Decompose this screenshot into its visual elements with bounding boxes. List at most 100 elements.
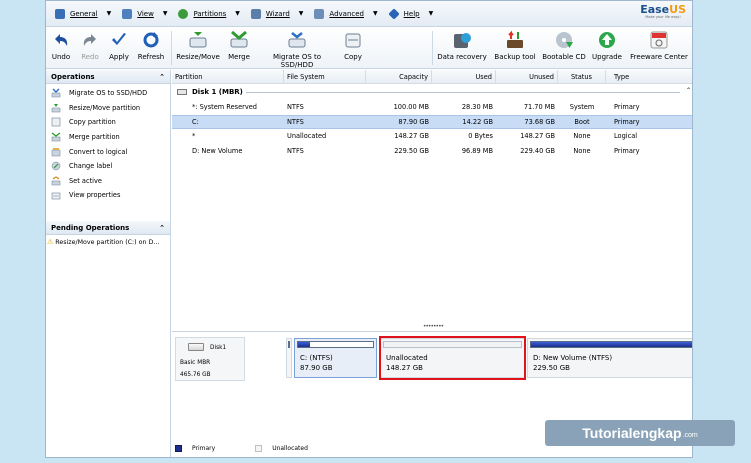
menu-advanced[interactable]: Advanced ▼ (314, 5, 378, 23)
migrate-os-label: Migrate OS to SSD/HDD (272, 53, 322, 69)
data-recovery-button[interactable]: Data recovery (436, 30, 488, 61)
collapse-icon[interactable]: ⌃ (686, 87, 691, 94)
col-status[interactable]: Status (558, 69, 606, 84)
op-migrate-os-label: Migrate OS to SSD/HDD (69, 89, 148, 98)
hard-disk-icon (188, 343, 204, 351)
disk-group-row[interactable]: Disk 1 (MBR) ⌃ (172, 84, 692, 100)
col-type[interactable]: Type (606, 70, 692, 84)
migrate-os-icon (287, 30, 307, 50)
table-row[interactable]: C: NTFS 87.90 GB 14.22 GB 73.68 GB Boot … (172, 114, 692, 130)
chevron-down-icon: ▼ (162, 10, 168, 17)
pane-splitter[interactable]: •••••••• (172, 324, 692, 331)
operations-title: Operations (51, 72, 95, 81)
watermark-text: Tutorialengkap (582, 425, 682, 441)
menu-view[interactable]: View ▼ (122, 5, 167, 23)
op-change-label-label: Change label (69, 162, 113, 171)
merge-label: Merge (228, 53, 250, 61)
cell-unused: 148.27 GB (520, 132, 555, 141)
label-icon (51, 161, 61, 171)
menu-help[interactable]: Help ▼ (387, 5, 433, 23)
menu-partitions[interactable]: Partitions ▼ (178, 5, 240, 23)
op-migrate-os[interactable]: Migrate OS to SSD/HDD (46, 86, 170, 101)
help-icon (387, 7, 400, 20)
chevron-down-icon: ▼ (106, 10, 112, 17)
chevron-down-icon: ▼ (298, 10, 304, 17)
table-row[interactable]: *: System Reserved NTFS 100.00 MB 28.30 … (172, 100, 692, 115)
upgrade-button[interactable]: Upgrade (590, 30, 624, 61)
apply-button[interactable]: Apply (107, 30, 131, 61)
partition-block-c[interactable]: C: (NTFS) 87.90 GB (294, 338, 377, 378)
op-merge[interactable]: Merge partition (46, 130, 170, 145)
advanced-icon (314, 8, 325, 19)
copy-icon (51, 117, 61, 127)
op-set-active[interactable]: Set active (46, 174, 170, 189)
col-used[interactable]: Used (432, 69, 496, 84)
resize-move-button[interactable]: Resize/Move (174, 30, 222, 61)
backup-tool-button[interactable]: Backup tool (492, 30, 538, 61)
undo-button[interactable]: Undo (50, 30, 72, 61)
disk-info-box[interactable]: Disk1 Basic MBR 465.76 GB (175, 337, 245, 381)
menu-wizard[interactable]: Wizard ▼ (250, 5, 304, 23)
legend-unallocated-swatch (255, 445, 263, 452)
op-view-properties[interactable]: View properties (46, 188, 170, 203)
migrate-os-icon (51, 88, 61, 98)
table-row[interactable]: * Unallocated 148.27 GB 0 Bytes 148.27 G… (172, 129, 692, 144)
upgrade-label: Upgrade (592, 53, 622, 61)
op-set-active-label: Set active (69, 176, 102, 185)
refresh-button[interactable]: Refresh (136, 30, 166, 61)
bootable-cd-label: Bootable CD (542, 53, 586, 61)
legend: Primary Unallocated (175, 445, 308, 452)
chevron-down-icon: ▼ (373, 10, 378, 17)
pending-operations-header[interactable]: Pending Operations ⌃ (46, 221, 170, 235)
apply-label: Apply (109, 53, 129, 61)
col-unused[interactable]: Unused (496, 69, 558, 84)
cell-type: Primary (614, 103, 640, 112)
menu-general[interactable]: General ▼ (55, 5, 111, 23)
bootable-cd-button[interactable]: Bootable CD (540, 30, 588, 61)
cell-partition: C: (192, 117, 199, 126)
legend-unallocated-label: Unallocated (272, 445, 308, 452)
migrate-os-button[interactable]: Migrate OS to SSD/HDD (256, 30, 338, 69)
wizard-icon (250, 8, 261, 19)
copy-icon (343, 30, 363, 50)
col-file-system[interactable]: File System (284, 69, 366, 84)
upgrade-icon (597, 30, 617, 50)
partition-block-d[interactable]: D: New Volume (NTFS) 229.50 GB (527, 338, 692, 378)
merge-button[interactable]: Merge (225, 30, 253, 61)
pending-operations-title: Pending Operations (51, 223, 130, 232)
usage-fill (298, 342, 310, 347)
disk-icon (177, 89, 187, 95)
table-row[interactable]: D: New Volume NTFS 229.50 GB 96.89 MB 22… (172, 144, 692, 159)
partitions-icon (178, 8, 189, 19)
pending-operations: Pending Operations ⌃ ⚠ Resize/Move parti… (46, 221, 170, 249)
resize-move-icon (188, 30, 208, 50)
operations-header[interactable]: Operations ⌃ (46, 70, 170, 84)
op-resize-move[interactable]: Resize/Move partition (46, 101, 170, 116)
collapse-icon[interactable]: ⌃ (159, 73, 165, 81)
partition-name: D: New Volume (NTFS) (533, 354, 613, 362)
col-capacity[interactable]: Capacity (366, 69, 432, 84)
pending-item[interactable]: ⚠ Resize/Move partition (C:) on D... (46, 235, 170, 249)
col-partition[interactable]: Partition (172, 69, 284, 84)
merge-icon (229, 30, 249, 50)
partition-name: C: (NTFS) (300, 354, 333, 362)
copy-button[interactable]: Copy (342, 30, 364, 61)
cell-type: Primary (614, 117, 640, 126)
op-copy[interactable]: Copy partition (46, 115, 170, 130)
op-convert-logical[interactable]: Convert to logical (46, 144, 170, 159)
collapse-icon[interactable]: ⌃ (159, 224, 165, 232)
cell-unused: 73.68 GB (524, 117, 555, 126)
cell-used: 28.30 MB (461, 103, 493, 112)
disk-group-label: Disk 1 (MBR) (192, 88, 243, 96)
operations-list: Migrate OS to SSD/HDD Resize/Move partit… (46, 84, 170, 203)
legend-primary-swatch (175, 445, 182, 452)
menu-advanced-label: Advanced (329, 9, 364, 18)
op-change-label[interactable]: Change label (46, 159, 170, 174)
partition-block-label: C: (NTFS) 87.90 GB (300, 353, 333, 373)
cell-capacity: 100.00 MB (393, 103, 429, 112)
redo-button[interactable]: Redo (79, 30, 101, 61)
logo-text: EaseUS (640, 3, 686, 16)
freeware-center-button[interactable]: Freeware Center (628, 30, 690, 61)
partition-block-system-reserved[interactable] (286, 338, 292, 378)
convert-icon (51, 147, 61, 157)
